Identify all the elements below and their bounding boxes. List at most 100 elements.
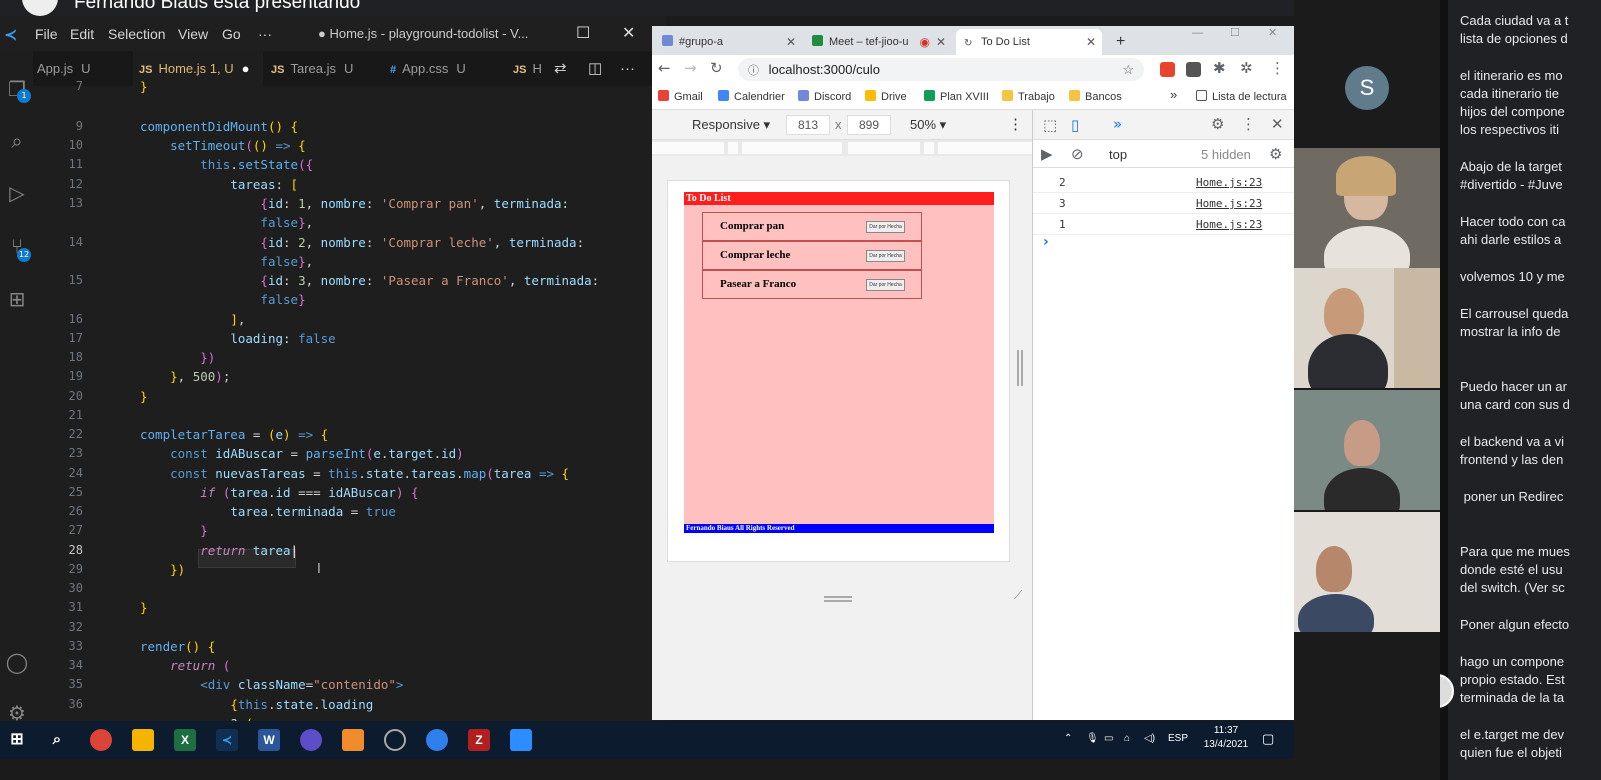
more-bookmarks-icon[interactable]: » <box>1170 87 1177 102</box>
devtools-settings-icon[interactable]: ⚙ <box>1211 115 1224 133</box>
menu-file[interactable]: File <box>35 26 58 42</box>
bookmark-plan-xviii[interactable]: Plan XVIII <box>924 90 989 103</box>
search-icon[interactable]: ⌕ <box>5 129 29 153</box>
sublime-icon[interactable] <box>342 729 364 751</box>
device-mode-select[interactable]: Responsive ▾ <box>692 117 770 133</box>
log-source-link[interactable]: Home.js:23 <box>1196 218 1262 231</box>
menu-go[interactable]: Go <box>222 26 241 42</box>
app-icon[interactable] <box>300 729 322 751</box>
context-select[interactable]: top <box>1109 147 1127 162</box>
run-debug-icon[interactable]: ▷ <box>5 181 29 205</box>
log-value: 3 <box>1059 197 1066 210</box>
selenium-extension-icon[interactable] <box>1186 62 1201 77</box>
bookmark-bancos[interactable]: Bancos <box>1069 90 1122 103</box>
reading-list[interactable]: Lista de lectura <box>1196 90 1287 103</box>
console-settings-icon[interactable]: ⚙ <box>1269 145 1282 163</box>
line-number: 15 <box>68 273 83 287</box>
system-clock[interactable]: 11:37 13/4/2021 <box>1196 724 1256 752</box>
zoom-icon[interactable] <box>510 729 532 751</box>
excel-icon[interactable]: X <box>174 729 196 751</box>
notifications-icon[interactable]: ▢ <box>1262 731 1274 747</box>
devtools-menu-icon[interactable]: ⋮ <box>1241 115 1256 133</box>
close-devtools-icon[interactable]: ✕ <box>1271 115 1284 133</box>
menu-edit[interactable]: Edit <box>70 26 94 42</box>
search-icon[interactable]: ⌕ <box>46 729 68 751</box>
close-icon[interactable]: ✕ <box>622 23 635 42</box>
bookmark-gmail[interactable]: Gmail <box>658 90 703 103</box>
menu-view[interactable]: View <box>178 26 208 42</box>
file-explorer-icon[interactable] <box>132 729 154 751</box>
windows-start-icon[interactable]: ⊞ <box>6 729 28 751</box>
vscode-icon[interactable]: ≺ <box>216 729 238 751</box>
bottom-resize-handle[interactable] <box>824 596 852 602</box>
mark-done-button[interactable]: Dar por Hecha <box>866 250 905 262</box>
viewport-height-input[interactable]: 899 <box>847 115 891 135</box>
word-icon[interactable]: W <box>258 729 280 751</box>
more-panels-icon[interactable]: » <box>1113 115 1122 133</box>
code-editor[interactable]: 7 9 10 11 12 13 14 15 16 17 18 19 20 21 … <box>33 79 653 736</box>
clear-console-icon[interactable]: ⊘ <box>1071 145 1084 163</box>
corner-resize-icon[interactable]: ⟋ <box>1014 588 1022 603</box>
bookmark-discord[interactable]: Discord <box>798 90 851 103</box>
account-icon[interactable]: ◯ <box>5 650 29 674</box>
battery-icon[interactable]: ▭ <box>1104 733 1113 744</box>
tab-tarea-js[interactable]: JS Tarea.js U <box>271 51 371 86</box>
inspect-element-icon[interactable]: ⬚ <box>1043 116 1057 134</box>
split-editor-icon[interactable]: ◫ <box>588 51 602 86</box>
close-tab-icon[interactable]: ✕ <box>936 29 946 55</box>
close-tab-icon[interactable]: ✕ <box>1086 29 1096 55</box>
meet-favicon-icon <box>812 35 823 46</box>
close-window-icon[interactable]: ✕ <box>1268 26 1277 46</box>
menu-selection[interactable]: Selection <box>108 26 166 42</box>
address-bar[interactable]: ⓘ localhost:3000/culo ☆ <box>738 58 1144 81</box>
log-source-link[interactable]: Home.js:23 <box>1196 176 1262 189</box>
browser-icon[interactable] <box>426 729 448 751</box>
mark-done-button[interactable]: Dar por Hecha <box>866 279 905 291</box>
chrome-tab-meet[interactable]: Meet – tef-jioo-u ◉ ✕ <box>804 29 952 55</box>
right-resize-handle[interactable] <box>1017 350 1023 386</box>
volume-icon[interactable]: ◁) <box>1144 733 1155 744</box>
microphone-icon[interactable]: 🎙 <box>1086 733 1099 744</box>
forward-icon[interactable]: → <box>684 59 697 77</box>
filezilla-icon[interactable]: Z <box>468 729 490 751</box>
zoom-select[interactable]: 50% ▾ <box>910 117 946 133</box>
bookmark-drive[interactable]: Drive <box>865 90 907 103</box>
back-icon[interactable]: ← <box>658 59 671 77</box>
reload-icon[interactable]: ↻ <box>710 59 723 77</box>
close-tab-icon[interactable]: ✕ <box>786 29 796 55</box>
tab-app-css[interactable]: # App.css U <box>390 51 500 86</box>
extension-bug-icon[interactable]: ✲ <box>1240 59 1253 77</box>
device-toolbar-menu-icon[interactable]: ⋮ <box>1008 115 1023 133</box>
extensions-icon[interactable]: ⊞ <box>5 287 29 311</box>
menu-more[interactable]: ··· <box>258 26 272 42</box>
chrome-tab-todo[interactable]: ↻ To Do List ✕ <box>956 29 1102 55</box>
tray-chevron-icon[interactable]: ⌃ <box>1064 733 1072 744</box>
chrome-menu-icon[interactable]: ⋮ <box>1270 59 1285 77</box>
extension-icon[interactable] <box>1160 62 1175 77</box>
viewport-width-input[interactable]: 813 <box>786 115 830 135</box>
extensions-puzzle-icon[interactable]: ✱ <box>1213 59 1226 77</box>
code-line: false}, <box>260 215 314 230</box>
tab-home-js[interactable]: JS Home.js 1, U ● <box>133 51 263 86</box>
new-tab-button[interactable]: + <box>1116 29 1125 55</box>
open-changes-icon[interactable]: ⇄ <box>554 51 567 86</box>
mark-done-button[interactable]: Dar por Hecha <box>866 221 905 233</box>
maximize-icon[interactable]: ☐ <box>576 23 590 42</box>
network-icon[interactable]: ⌂ <box>1124 733 1130 744</box>
sidebar-toggle-icon[interactable]: ▶ <box>1041 145 1053 163</box>
log-source-link[interactable]: Home.js:23 <box>1196 197 1262 210</box>
devtools-tabbar: ⬚ ▯ » ⚙ ⋮ ✕ <box>1033 110 1294 140</box>
github-icon[interactable] <box>384 729 406 751</box>
language-indicator[interactable]: ESP <box>1168 733 1188 744</box>
bookmark-calendrier[interactable]: Calendrier <box>718 90 785 103</box>
maximize-icon[interactable]: ☐ <box>1230 26 1240 46</box>
device-toolbar-icon[interactable]: ▯ <box>1071 116 1079 134</box>
bookmark-trabajo[interactable]: Trabajo <box>1002 90 1055 103</box>
minimize-icon[interactable]: — <box>1192 26 1203 46</box>
console-prompt[interactable]: › <box>1043 234 1049 250</box>
tab-h[interactable]: JS H <box>513 51 549 86</box>
bookmark-star-icon[interactable]: ☆ <box>1122 58 1134 81</box>
chrome-icon[interactable] <box>90 729 112 751</box>
chrome-tab-slack[interactable]: #grupo-a ✕ <box>654 29 802 55</box>
more-actions-icon[interactable]: ··· <box>620 51 635 86</box>
